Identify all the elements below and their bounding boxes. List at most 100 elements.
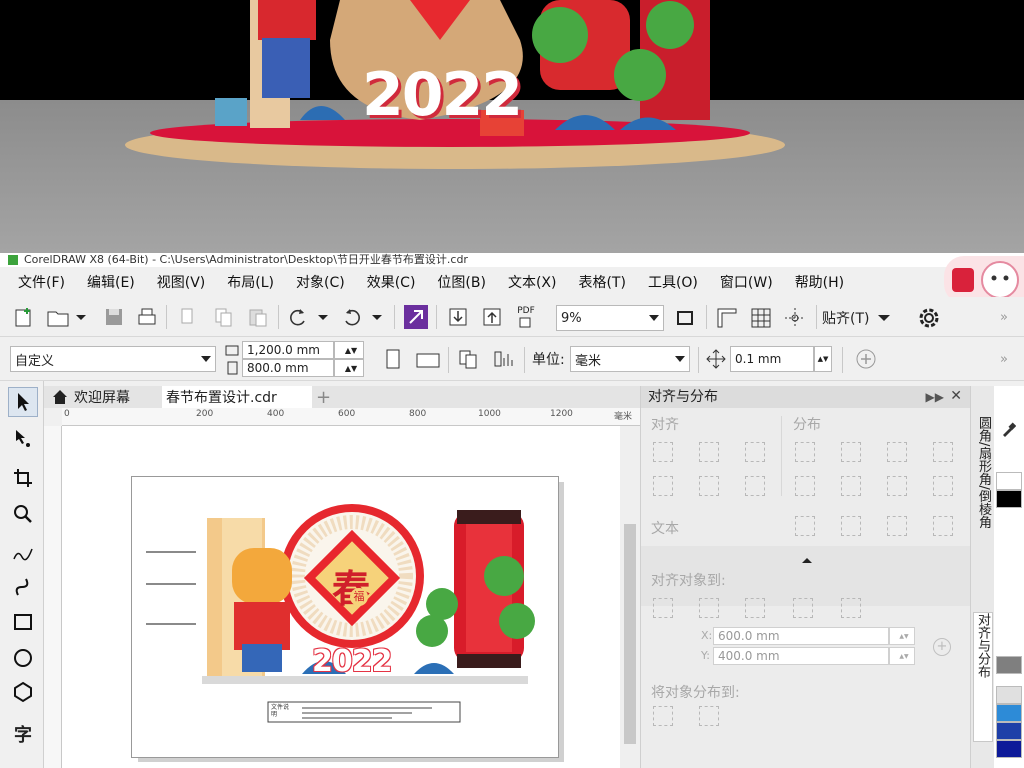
palette-swatch-lightgray[interactable]: [996, 686, 1022, 704]
align-to-page-edge-icon[interactable]: [699, 598, 719, 618]
paste-icon[interactable]: [246, 305, 270, 329]
import-icon[interactable]: [446, 305, 470, 329]
palette-swatch-sky-blue[interactable]: [996, 704, 1022, 722]
align-y-spinner[interactable]: ▲▼: [889, 647, 915, 665]
show-guidelines-icon[interactable]: [782, 305, 808, 331]
align-x-spinner[interactable]: ▲▼: [889, 627, 915, 645]
distribute-to-page-icon[interactable]: [699, 706, 719, 726]
scrollbar-thumb[interactable]: [624, 524, 636, 744]
all-pages-icon[interactable]: [456, 347, 482, 371]
menu-help[interactable]: 帮助(H): [795, 272, 844, 292]
distribute-to-selection-icon[interactable]: [653, 706, 673, 726]
freehand-tool-icon[interactable]: [8, 539, 38, 569]
vertical-scrollbar[interactable]: [620, 426, 640, 768]
ellipse-tool-icon[interactable]: [8, 643, 38, 673]
show-rulers-icon[interactable]: [714, 305, 740, 331]
palette-swatch-white[interactable]: [996, 472, 1022, 490]
text-tool-icon[interactable]: 字: [8, 719, 38, 749]
distribute-right-icon[interactable]: [887, 442, 907, 462]
polygon-tool-icon[interactable]: [8, 677, 38, 707]
landscape-icon[interactable]: [414, 349, 442, 371]
page-size-preset-select[interactable]: 自定义: [10, 346, 216, 372]
horizontal-ruler[interactable]: 0 200 400 600 800 1000 1200 毫米: [62, 408, 640, 426]
palette-swatch-blue[interactable]: [996, 722, 1022, 740]
redo-icon[interactable]: [340, 305, 384, 329]
crop-tool-icon[interactable]: [8, 463, 38, 493]
text-bounding-box-icon[interactable]: [887, 516, 907, 536]
align-left-icon[interactable]: [653, 442, 673, 462]
menu-text[interactable]: 文本(X): [508, 272, 557, 292]
page-height-input[interactable]: 800.0 mm: [242, 359, 334, 377]
page-width-input[interactable]: 1,200.0 mm: [242, 341, 334, 359]
portrait-icon[interactable]: [382, 347, 404, 371]
menu-table[interactable]: 表格(T): [578, 272, 625, 292]
align-to-active-objects-icon[interactable]: [653, 598, 673, 618]
current-page-icon[interactable]: [490, 347, 516, 371]
pick-point-icon[interactable]: +: [933, 638, 951, 656]
distribute-bottom-icon[interactable]: [887, 476, 907, 496]
add-tab-button[interactable]: +: [316, 386, 336, 408]
align-y-input[interactable]: 400.0 mm: [713, 647, 889, 665]
shape-tool-icon[interactable]: [8, 423, 38, 453]
artistic-media-tool-icon[interactable]: [8, 573, 38, 603]
copy-icon[interactable]: [212, 305, 236, 329]
zoom-level-select[interactable]: 9%: [556, 305, 664, 331]
align-right-icon[interactable]: [745, 442, 765, 462]
menu-bitmaps[interactable]: 位图(B): [437, 272, 486, 292]
text-outline-icon[interactable]: [933, 516, 953, 536]
nudge-distance-input[interactable]: 0.1 mm: [730, 346, 814, 372]
export-icon[interactable]: [480, 305, 504, 329]
docker-expand-icon[interactable]: ▶▶: [926, 390, 944, 404]
docker-close-icon[interactable]: ✕: [950, 388, 962, 404]
save-icon[interactable]: [102, 305, 126, 329]
options-gear-icon[interactable]: [914, 303, 944, 333]
distribute-center-icon[interactable]: [841, 442, 861, 462]
text-last-baseline-icon[interactable]: [841, 516, 861, 536]
palette-swatch-black[interactable]: [996, 490, 1022, 508]
align-center-vertical-icon[interactable]: [699, 476, 719, 496]
menu-window[interactable]: 窗口(W): [720, 272, 773, 292]
menu-effects[interactable]: 效果(C): [367, 272, 416, 292]
open-icon[interactable]: [46, 305, 86, 329]
full-screen-icon[interactable]: [672, 305, 698, 331]
align-x-input[interactable]: 600.0 mm: [713, 627, 889, 645]
distribute-spacing-h-icon[interactable]: [933, 442, 953, 462]
add-preset-icon[interactable]: [854, 347, 878, 371]
distribute-left-icon[interactable]: [795, 442, 815, 462]
collapse-arrow-icon[interactable]: [801, 556, 813, 564]
align-top-icon[interactable]: [653, 476, 673, 496]
palette-swatch-gray[interactable]: [996, 656, 1022, 674]
menu-file[interactable]: 文件(F): [18, 272, 65, 292]
align-to-grid-icon[interactable]: [793, 598, 813, 618]
align-bottom-icon[interactable]: [745, 476, 765, 496]
snap-to-dropdown[interactable]: 贴齐(T): [822, 305, 904, 331]
tab-welcome[interactable]: 欢迎屏幕: [48, 386, 162, 408]
print-icon[interactable]: [134, 305, 160, 329]
show-grid-icon[interactable]: [748, 305, 774, 331]
new-document-icon[interactable]: [12, 305, 36, 329]
rectangle-tool-icon[interactable]: [8, 607, 38, 637]
publish-pdf-icon[interactable]: PDF: [512, 303, 540, 331]
distribute-spacing-v-icon[interactable]: [933, 476, 953, 496]
undo-icon[interactable]: [286, 305, 330, 329]
search-content-icon[interactable]: [404, 305, 428, 329]
menu-edit[interactable]: 编辑(E): [87, 272, 135, 292]
page-width-spinner[interactable]: ▲▼: [334, 341, 364, 359]
cut-icon[interactable]: [176, 305, 200, 329]
zoom-tool-icon[interactable]: [8, 499, 38, 529]
align-to-page-center-icon[interactable]: [745, 598, 765, 618]
align-to-point-icon[interactable]: [841, 598, 861, 618]
toolbar-overflow-icon[interactable]: »: [994, 305, 1014, 329]
drawing-canvas[interactable]: 2022 春 福 文件说明: [62, 426, 620, 768]
vertical-ruler[interactable]: [44, 426, 62, 768]
docker-tab-fillet[interactable]: 圆角/扇形角/倒棱角: [973, 416, 993, 606]
distribute-middle-icon[interactable]: [841, 476, 861, 496]
text-first-baseline-icon[interactable]: [795, 516, 815, 536]
page-height-spinner[interactable]: ▲▼: [334, 359, 364, 377]
align-center-horizontal-icon[interactable]: [699, 442, 719, 462]
menu-layout[interactable]: 布局(L): [227, 272, 274, 292]
menu-tools[interactable]: 工具(O): [648, 272, 698, 292]
distribute-top-icon[interactable]: [795, 476, 815, 496]
palette-swatch-navy[interactable]: [996, 740, 1022, 758]
menu-object[interactable]: 对象(C): [296, 272, 345, 292]
